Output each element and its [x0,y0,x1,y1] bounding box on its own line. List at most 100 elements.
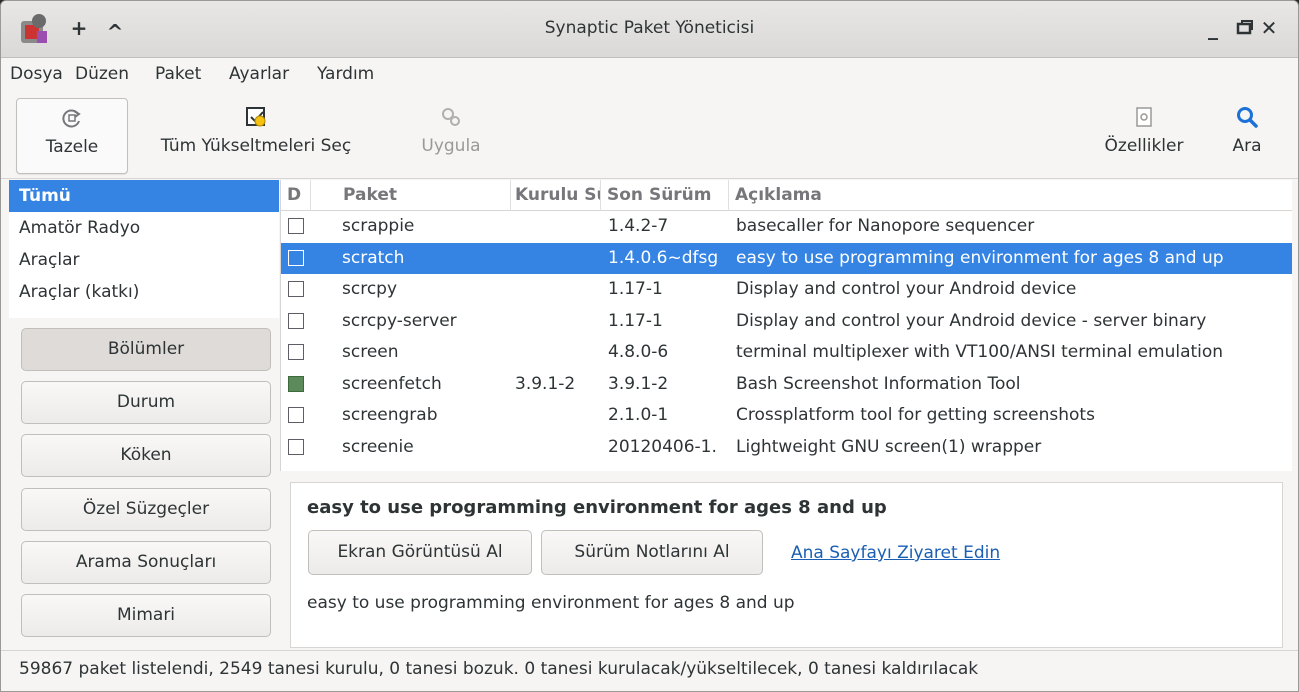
menu-dosya[interactable]: Dosya [10,64,63,84]
filter-origin-button[interactable]: Köken [21,434,271,477]
cell-name: screenie [342,436,414,457]
category-item-tumu[interactable]: Tümü [9,180,279,212]
minimize-icon[interactable]: _ [1201,15,1225,41]
search-icon [1237,107,1258,128]
column-header-installed[interactable]: Kurulu Sü [509,180,601,211]
cell-latest: 1.17-1 [608,310,663,331]
category-item-araclar-katki[interactable]: Araçlar (katkı) [9,276,279,308]
cell-installed [515,400,603,431]
menu-paket[interactable]: Paket [155,64,201,84]
cell-latest: 1.4.0.6~dfsg [608,247,719,268]
cell-desc: Crossplatform tool for getting screensho… [736,405,1095,425]
package-status-checkbox[interactable] [288,438,304,455]
filter-search-results-button[interactable]: Arama Sonuçları [21,541,271,584]
properties-button[interactable]: Özellikler [1084,98,1204,174]
cell-latest: 1.17-1 [608,279,663,299]
package-status-checkbox[interactable] [288,375,304,392]
category-item-araclar[interactable]: Araçlar [9,244,279,276]
menu-ayarlar[interactable]: Ayarlar [229,64,289,84]
cell-name: screenfetch [342,373,442,394]
search-button[interactable]: Ara [1219,98,1275,174]
cell-latest: 3.9.1-2 [608,373,669,394]
cell-desc: basecaller for Nanopore sequencer [736,216,1035,236]
package-status-checkbox[interactable] [288,344,304,360]
close-icon[interactable]: ✕ [1257,15,1281,41]
table-row[interactable]: scrcpy 1.17-1 Display and control your And… [281,274,1292,305]
table-row[interactable]: screenfetch 3.9.1-2 3.9.1-2 Bash Screenshot… [281,369,1292,400]
apply-gears-icon [442,108,460,126]
details-title: easy to use programming environment for … [307,497,887,518]
cell-latest: 20120406-1. [608,436,717,457]
table-row[interactable]: screenie 20120406-1. Lightweight GNU scree… [281,432,1292,463]
filter-sections-button[interactable]: Bölümler [21,328,271,371]
menu-yardim[interactable]: Yardım [317,64,374,84]
category-list[interactable]: Tümü Amatör Radyo Araçlar Araçlar (katkı… [9,180,279,318]
cell-installed [515,211,603,242]
apply-label: Uygula [421,136,481,156]
table-row[interactable]: scrappie 1.4.2-7 basecaller for Nanopore s… [281,211,1292,242]
mark-all-label: Tüm Yükseltmeleri Seç [160,136,352,156]
mark-all-upgrades-button[interactable]: Tüm Yükseltmeleri Seç [141,98,371,174]
cell-desc: Display and control your Android device [736,279,1077,299]
window-title: Synaptic Paket Yöneticisi [544,18,755,38]
filter-status-button[interactable]: Durum [21,381,271,424]
menu-bar: Dosya Düzen Paket Ayarlar Yardım [1,58,1298,92]
restore-icon[interactable] [1235,18,1255,38]
category-item-amator-radyo[interactable]: Amatör Radyo [9,212,279,244]
cell-installed [515,274,603,305]
filter-architecture-button[interactable]: Mimari [21,594,271,637]
menu-duzen[interactable]: Düzen [75,64,129,84]
package-details: easy to use programming environment for … [290,482,1283,648]
visit-homepage-link[interactable]: Ana Sayfayı Ziyaret Edin [791,543,1000,563]
table-row[interactable]: screengrab 2.1.0-1 Crossplatform tool for … [281,400,1292,431]
synaptic-window: + ^ Synaptic Paket Yöneticisi _ ✕ Dosya … [0,0,1299,692]
cell-name: screen [342,342,399,362]
cell-name: scratch [342,247,405,268]
search-label: Ara [1232,136,1262,156]
properties-icon [1136,107,1152,127]
cell-desc: Bash Screenshot Information Tool [736,373,1021,394]
title-bar: + ^ Synaptic Paket Yöneticisi _ ✕ [1,1,1298,58]
filter-custom-button[interactable]: Özel Süzgeçler [21,488,271,531]
reload-button[interactable]: Tazele [16,98,128,174]
package-status-checkbox[interactable] [288,407,304,423]
cell-desc: terminal multiplexer with VT100/ANSI ter… [736,342,1224,362]
apply-button[interactable]: Uygula [406,98,496,174]
toolbar: Tazele Tüm Yükseltmeleri Seç Uygula Özel… [1,92,1298,179]
table-header: D Paket Kurulu Sü Son Sürüm Açıklama [281,180,1292,211]
cell-installed [515,337,603,368]
get-changelog-button[interactable]: Sürüm Notlarını Al [541,530,763,575]
cell-name: scrappie [342,216,415,236]
cell-desc: Lightweight GNU screen(1) wrapper [736,436,1042,457]
column-header-package[interactable]: Paket [337,180,511,211]
column-header-latest[interactable]: Son Sürüm [601,180,729,211]
table-row[interactable]: scratch 1.4.0.6~dfsg easy to use programmi… [281,242,1292,274]
cell-latest: 1.4.2-7 [608,216,669,236]
package-table: D Paket Kurulu Sü Son Sürüm Açıklama scr… [280,180,1292,471]
cell-name: scrcpy [342,279,398,299]
status-text: 59867 paket listelendi, 2549 tanesi kuru… [19,659,979,679]
status-bar: 59867 paket listelendi, 2549 tanesi kuru… [1,650,1298,691]
cell-installed [515,432,603,463]
column-header-description[interactable]: Açıklama [729,180,1293,211]
package-status-checkbox[interactable] [288,281,304,297]
cell-name: screengrab [342,405,438,425]
reload-icon [62,109,81,128]
cell-installed [515,306,603,337]
cell-desc: easy to use programming environment for … [736,247,1224,268]
properties-label: Özellikler [1104,136,1184,156]
left-pane: Tümü Amatör Radyo Araçlar Araçlar (katkı… [9,180,279,650]
table-row[interactable]: scrcpy-server 1.17-1 Display and control y… [281,306,1292,337]
get-screenshot-button[interactable]: Ekran Görüntüsü Al [308,530,532,575]
reload-label: Tazele [45,137,99,157]
package-status-checkbox[interactable] [288,218,304,234]
cell-latest: 2.1.0-1 [608,405,669,425]
cell-installed [515,243,603,274]
cell-desc: Display and control your Android device … [736,310,1207,331]
table-row[interactable]: screen 4.8.0-6 terminal multiplexer with V… [281,337,1292,368]
cell-installed: 3.9.1-2 [515,373,576,394]
package-status-checkbox[interactable] [288,249,304,266]
column-header-status[interactable]: D [281,180,311,211]
package-status-checkbox[interactable] [288,312,304,329]
cell-latest: 4.8.0-6 [608,342,669,362]
